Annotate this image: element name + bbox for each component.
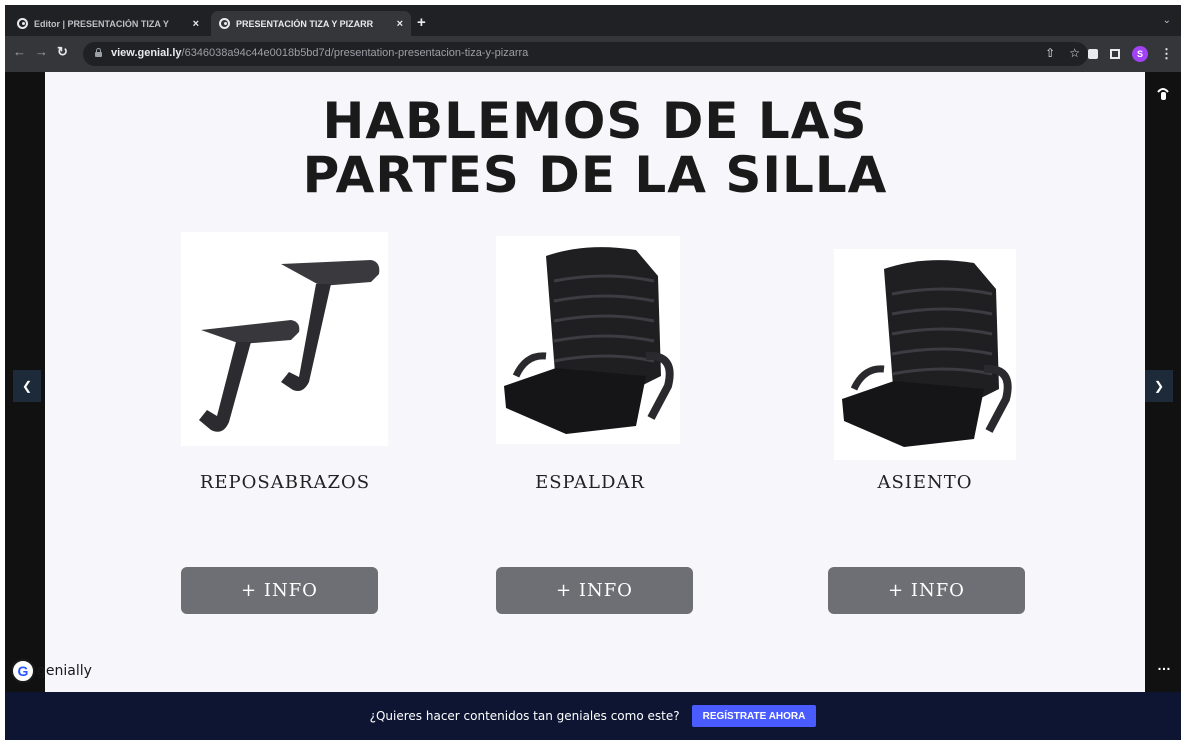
forward-arrow-icon[interactable]: → (35, 44, 48, 59)
tab-close-icon[interactable]: × (397, 18, 403, 30)
side-panel-icon[interactable] (1110, 49, 1120, 59)
card-label-espaldar: ESPALDAR (535, 472, 645, 493)
browser-window: Editor | PRESENTACIÓN TIZA Y × PRESENTAC… (5, 5, 1181, 740)
new-tab-button[interactable]: + (417, 14, 426, 31)
url-path: /6346038a94c44e0018b5bd7d/presentation-p… (181, 47, 529, 59)
url-host: view.genial.ly (111, 47, 182, 59)
info-button-reposabrazos[interactable]: + INFO (181, 567, 378, 614)
back-arrow-icon[interactable]: ← (13, 44, 26, 59)
browser-menu-icon[interactable]: ⋮ (1160, 46, 1173, 62)
title-line-2: PARTES DE LA SILLA (302, 146, 888, 204)
lock-icon[interactable] (95, 48, 102, 57)
tab-presentation[interactable]: PRESENTACIÓN TIZA Y PIZARR × (211, 11, 411, 36)
tab-strip: Editor | PRESENTACIÓN TIZA Y × PRESENTAC… (5, 5, 1181, 36)
reload-icon[interactable]: ↻ (57, 44, 68, 60)
tab-title: PRESENTACIÓN TIZA Y PIZARR (236, 18, 374, 29)
register-button[interactable]: REGÍSTRATE AHORA (691, 705, 817, 727)
extensions-icon[interactable] (1088, 49, 1098, 59)
touch-hand-icon[interactable] (1155, 86, 1171, 102)
address-bar[interactable]: view.genial.ly/6346038a94c44e0018b5bd7d/… (83, 42, 1088, 66)
bookmark-star-icon[interactable]: ☆ (1069, 46, 1080, 60)
info-button-espaldar[interactable]: + INFO (496, 567, 693, 614)
presentation-slide: HABLEMOS DE LAS PARTES DE LA SILLA REPOS… (45, 72, 1145, 692)
toolbar-icons: S ⋮ (1088, 46, 1173, 62)
page-viewport: HABLEMOS DE LAS PARTES DE LA SILLA REPOS… (5, 72, 1181, 740)
profile-avatar[interactable]: S (1132, 46, 1148, 62)
browser-toolbar: ← → ↻ view.genial.ly/6346038a94c44e0018b… (5, 36, 1181, 72)
info-button-asiento[interactable]: + INFO (828, 567, 1025, 614)
chevron-right-icon[interactable]: ❯ (1145, 370, 1173, 402)
url-text[interactable]: view.genial.ly/6346038a94c44e0018b5bd7d/… (111, 47, 528, 59)
armrests-image (181, 232, 388, 446)
banner-text: ¿Quieres hacer contenidos tan geniales c… (369, 709, 680, 723)
chair-cushion-image-asiento (834, 249, 1016, 460)
title-line-1: HABLEMOS DE LAS (322, 92, 868, 150)
card-label-reposabrazos: REPOSABRAZOS (199, 472, 371, 493)
signup-banner: ¿Quieres hacer contenidos tan geniales c… (5, 692, 1181, 740)
more-dots-icon[interactable]: … (1153, 658, 1175, 680)
tab-editor[interactable]: Editor | PRESENTACIÓN TIZA Y × (9, 11, 207, 36)
card-label-asiento: ASIENTO (877, 472, 973, 493)
tab-close-icon[interactable]: × (193, 18, 199, 30)
genially-favicon-icon (219, 18, 230, 29)
chair-cushion-image-espaldar (496, 236, 680, 444)
omnibox-actions: ⇧ ☆ (1045, 46, 1080, 60)
chevron-left-icon[interactable]: ❮ (13, 370, 41, 402)
genially-logo-icon: G (11, 659, 35, 683)
share-icon[interactable]: ⇧ (1045, 46, 1055, 60)
tab-search-icon[interactable]: ⌄ (1163, 15, 1171, 26)
tab-title: Editor | PRESENTACIÓN TIZA Y (34, 18, 169, 29)
genially-brand[interactable]: G genially (11, 659, 92, 683)
slide-title: HABLEMOS DE LAS PARTES DE LA SILLA (45, 94, 1145, 202)
brand-text: genially (37, 663, 92, 679)
genially-favicon-icon (17, 18, 28, 29)
